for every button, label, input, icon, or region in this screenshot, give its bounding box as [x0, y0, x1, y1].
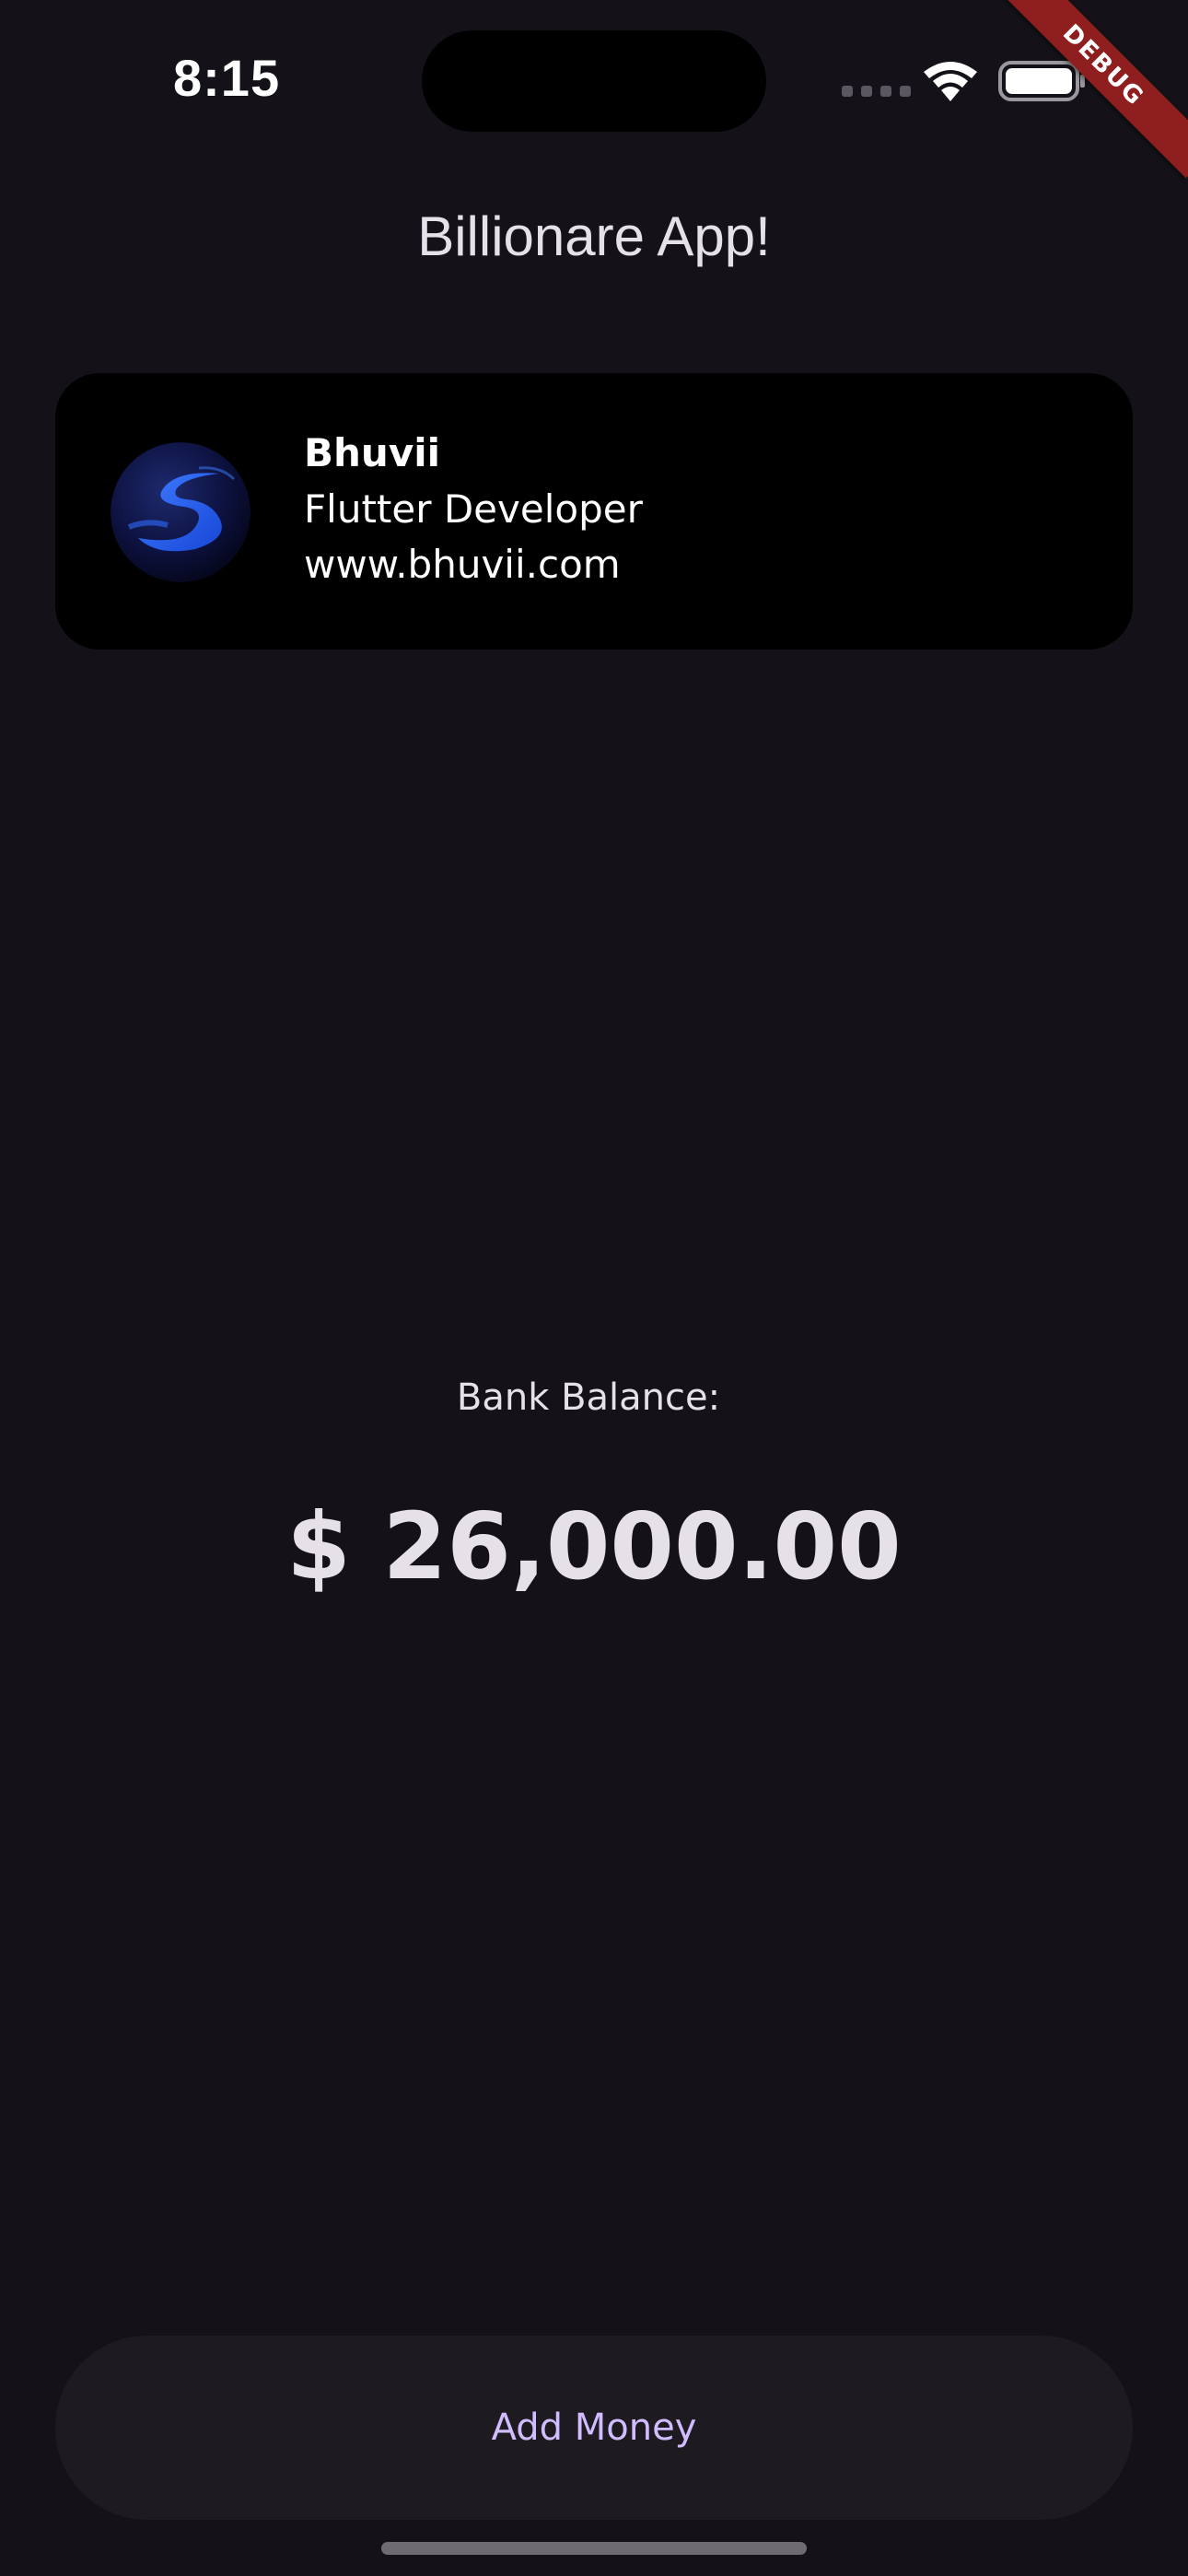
cellular-signal-icon	[842, 86, 911, 97]
status-time: 8:15	[173, 49, 281, 107]
bank-balance-label: Bank Balance:	[456, 1376, 721, 1419]
profile-role: Flutter Developer	[304, 486, 643, 532]
home-indicator[interactable]	[381, 2542, 807, 2555]
bhuvii-logo-icon	[111, 442, 250, 582]
dynamic-island	[422, 30, 766, 132]
app-title: Billionare App!	[417, 205, 771, 267]
bank-balance-amount: $ 26,000.00	[286, 1493, 902, 1600]
battery-icon	[998, 61, 1085, 101]
wifi-icon	[924, 62, 977, 101]
add-money-button[interactable]: Add Money	[55, 2336, 1133, 2520]
profile-name: Bhuvii	[304, 430, 440, 475]
profile-card: Bhuvii Flutter Developer www.bhuvii.com	[55, 373, 1133, 650]
profile-website: www.bhuvii.com	[304, 542, 621, 587]
app-screen: 8:15 DEBUG Billionare App! Bhuvii Flutte…	[0, 0, 1188, 2576]
